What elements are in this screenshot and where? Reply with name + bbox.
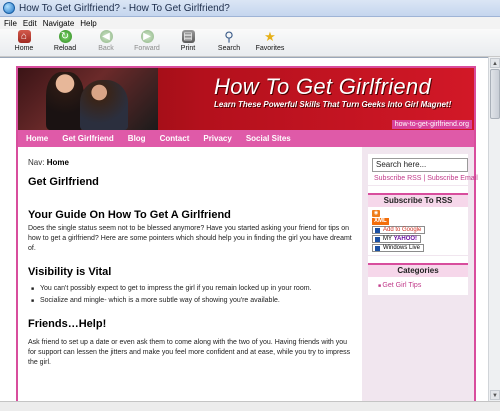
yahoo-prefix: MY bbox=[383, 236, 392, 242]
sidebar: Search here... Subscribe RSS | Subscribe… bbox=[362, 147, 478, 409]
star-icon: ★ bbox=[264, 29, 276, 44]
main-content: Nav: Home Get Girlfriend Your Guide On H… bbox=[18, 147, 362, 409]
nav-home[interactable]: Home bbox=[26, 134, 48, 143]
banner-tagline: Learn These Powerful Skills That Turn Ge… bbox=[214, 100, 452, 109]
forward-label: Forward bbox=[134, 45, 160, 52]
home-label: Home bbox=[14, 45, 34, 52]
site-frame: How To Get Girlfriend Learn These Powerf… bbox=[16, 66, 478, 409]
link-separator: | bbox=[423, 175, 426, 182]
yahoo-row: MY YAHOO! bbox=[372, 235, 468, 243]
banner-couple-photo bbox=[18, 68, 158, 130]
categories-list: Get Girl Tips bbox=[378, 282, 468, 289]
site-banner[interactable]: How To Get Girlfriend Learn These Powerf… bbox=[18, 68, 474, 130]
vertical-scrollbar[interactable]: ▲ ▼ bbox=[488, 57, 500, 401]
visibility-list: You can't possibly expect to get to impr… bbox=[28, 283, 354, 307]
forward-button[interactable]: ▶ Forward bbox=[128, 29, 166, 55]
subscribe-email-link[interactable]: Subscribe Email bbox=[427, 175, 478, 182]
subscribe-widget: Subscribe To RSS ◉ XML Add to Google MY … bbox=[368, 185, 468, 255]
category-link[interactable]: Get Girl Tips bbox=[378, 282, 421, 289]
rss-feed-icon-row: ◉ bbox=[372, 210, 468, 217]
banner-title: How To Get Girlfriend bbox=[214, 74, 432, 99]
rss-icon[interactable]: ◉ bbox=[372, 210, 380, 217]
browser-toolbar: ⌂ Home ↻ Reload ◀ Back ▶ Forward ▤ Print… bbox=[0, 29, 500, 57]
web-page: How To Get Girlfriend Learn These Powerf… bbox=[0, 58, 488, 409]
nav-get-girlfriend[interactable]: Get Girlfriend bbox=[62, 134, 114, 143]
reload-button[interactable]: ↻ Reload bbox=[46, 29, 84, 55]
window-title-bar: How To Get Girlfriend? - How To Get Girl… bbox=[0, 0, 500, 17]
windows-live-button[interactable]: Windows Live bbox=[372, 244, 425, 252]
search-input[interactable]: Search here... bbox=[372, 158, 468, 172]
breadcrumb-prefix: Nav: bbox=[28, 158, 45, 167]
reload-icon: ↻ bbox=[58, 30, 72, 43]
menu-edit[interactable]: Edit bbox=[23, 19, 37, 28]
list-item: Socialize and mingle- which is a more su… bbox=[31, 295, 354, 307]
visibility-heading: Visibility is Vital bbox=[28, 266, 112, 278]
xml-button[interactable]: XML bbox=[372, 218, 389, 225]
page-title: Get Girlfriend bbox=[28, 176, 99, 188]
site-inner: How To Get Girlfriend Learn These Powerf… bbox=[18, 68, 478, 409]
xml-row: XML bbox=[372, 218, 468, 225]
back-button[interactable]: ◀ Back bbox=[87, 29, 125, 55]
list-item: You can't possibly expect to get to impr… bbox=[31, 283, 354, 295]
windows-live-row: Windows Live bbox=[372, 244, 468, 252]
home-button[interactable]: ⌂ Home bbox=[5, 29, 43, 55]
subscribe-heading: Subscribe To RSS bbox=[368, 193, 468, 207]
menu-bar: File Edit Navigate Help bbox=[0, 17, 500, 29]
guide-heading: Your Guide On How To Get A Girlfriend bbox=[28, 209, 231, 221]
my-yahoo-button[interactable]: MY YAHOO! bbox=[372, 235, 422, 243]
breadcrumb-current: Home bbox=[46, 158, 69, 167]
categories-heading: Categories bbox=[368, 263, 468, 277]
menu-navigate[interactable]: Navigate bbox=[43, 19, 75, 28]
nav-privacy[interactable]: Privacy bbox=[203, 134, 231, 143]
magnifier-icon: ⚲ bbox=[224, 29, 234, 44]
nav-blog[interactable]: Blog bbox=[128, 134, 146, 143]
reload-label: Reload bbox=[53, 45, 77, 52]
search-label: Search bbox=[217, 45, 241, 52]
scrollbar-thumb[interactable] bbox=[490, 69, 500, 119]
add-to-google-button[interactable]: Add to Google bbox=[372, 226, 426, 234]
scroll-up-arrow-icon[interactable]: ▲ bbox=[490, 58, 500, 68]
scroll-down-arrow-icon[interactable]: ▼ bbox=[490, 390, 500, 400]
favorites-label: Favorites bbox=[255, 45, 285, 52]
status-bar bbox=[0, 401, 500, 411]
banner-man-figure bbox=[80, 80, 128, 130]
forward-arrow-icon: ▶ bbox=[140, 30, 154, 43]
friends-heading: Friends…Help! bbox=[28, 318, 107, 330]
breadcrumb: Nav: Home bbox=[28, 158, 354, 167]
home-icon: ⌂ bbox=[17, 30, 31, 43]
nav-social-sites[interactable]: Social Sites bbox=[246, 134, 291, 143]
banner-woman-figure bbox=[46, 72, 84, 130]
yahoo-brand: YAHOO! bbox=[393, 236, 418, 242]
site-nav: Home Get Girlfriend Blog Contact Privacy… bbox=[18, 130, 474, 147]
guide-paragraph: Does the single status seem not to be bl… bbox=[28, 225, 352, 252]
banner-url: how-to-get-girlfriend.org bbox=[391, 120, 472, 129]
search-button[interactable]: ⚲ Search bbox=[210, 29, 248, 55]
subscribe-rss-link[interactable]: Subscribe RSS bbox=[374, 175, 421, 182]
friends-paragraph: Ask friend to set up a date or even ask … bbox=[28, 339, 351, 366]
search-widget: Search here... Subscribe RSS | Subscribe… bbox=[368, 153, 478, 185]
categories-widget: Categories Get Girl Tips bbox=[368, 255, 468, 295]
google-row: Add to Google bbox=[372, 226, 468, 234]
window-title: How To Get Girlfriend? - How To Get Girl… bbox=[19, 2, 230, 14]
print-label: Print bbox=[180, 45, 196, 52]
print-button[interactable]: ▤ Print bbox=[169, 29, 207, 55]
menu-help[interactable]: Help bbox=[80, 19, 96, 28]
menu-file[interactable]: File bbox=[4, 19, 17, 28]
back-arrow-icon: ◀ bbox=[99, 30, 113, 43]
back-label: Back bbox=[98, 45, 114, 52]
subscribe-links: Subscribe RSS | Subscribe Email bbox=[374, 175, 478, 182]
app-icon bbox=[3, 2, 15, 14]
nav-contact[interactable]: Contact bbox=[160, 134, 190, 143]
favorites-button[interactable]: ★ Favorites bbox=[251, 29, 289, 55]
printer-icon: ▤ bbox=[181, 30, 195, 43]
